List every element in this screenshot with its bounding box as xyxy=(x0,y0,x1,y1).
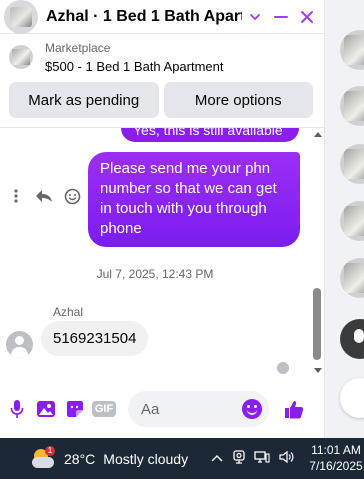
emoji-icon[interactable] xyxy=(242,399,262,419)
reply-icon[interactable] xyxy=(34,186,54,206)
contact-icon[interactable] xyxy=(340,319,364,359)
sent-message-bubble[interactable]: Please send me your phn number so that w… xyxy=(88,152,300,247)
listing-text: Marketplace $500 - 1 Bed 1 Bath Apartmen… xyxy=(45,41,224,74)
clock-time: 11:01 AM xyxy=(311,443,361,457)
clock-date: 7/16/2025 xyxy=(309,459,363,473)
more-icon[interactable] xyxy=(6,186,26,206)
scrollbar[interactable] xyxy=(310,128,324,378)
received-message-bubble[interactable]: 5169231504 xyxy=(41,321,149,356)
close-icon[interactable] xyxy=(294,4,320,30)
photo-icon[interactable] xyxy=(35,398,57,420)
listing-info[interactable]: Marketplace $500 - 1 Bed 1 Bath Apartmen… xyxy=(0,35,324,79)
weather-icon[interactable]: 1 xyxy=(30,445,56,472)
listing-name: $500 - 1 Bed 1 Bath Apartment xyxy=(45,58,224,74)
message-composer: GIF xyxy=(0,388,324,430)
sticker-icon[interactable] xyxy=(64,398,86,420)
chat-heads-column xyxy=(326,0,364,438)
chat-head-5[interactable] xyxy=(340,258,364,298)
network-icon[interactable] xyxy=(254,450,270,467)
chat-header: Azhal · 1 Bed 1 Bath Apart… xyxy=(0,0,324,34)
message-tools xyxy=(6,186,82,206)
weather-temperature[interactable]: 28°C xyxy=(64,451,95,467)
chat-window: Azhal · 1 Bed 1 Bath Apart… Marketplace … xyxy=(0,0,325,438)
message-input[interactable] xyxy=(128,400,232,418)
message-input-box[interactable] xyxy=(128,391,269,427)
listing-actions: Mark as pending More options xyxy=(9,82,313,118)
react-icon[interactable] xyxy=(62,186,82,206)
chevron-up-icon[interactable] xyxy=(210,451,224,466)
taskbar: 1 28°C Mostly cloudy 11:01 AM 7/16/2025 xyxy=(0,438,364,479)
more-options-button[interactable]: More options xyxy=(163,82,313,118)
chat-head-3[interactable] xyxy=(340,144,364,184)
listing-thumbnail xyxy=(9,45,33,69)
weather-condition[interactable]: Mostly cloudy xyxy=(103,451,188,467)
scrollbar-thumb[interactable] xyxy=(313,288,321,360)
sender-name: Azhal xyxy=(53,305,84,319)
new-message-icon[interactable] xyxy=(340,378,364,418)
like-icon[interactable] xyxy=(283,398,305,420)
gif-label: GIF xyxy=(91,401,117,417)
scroll-up-arrow[interactable] xyxy=(314,132,322,137)
gif-icon[interactable]: GIF xyxy=(91,398,117,420)
chevron-down-icon[interactable] xyxy=(242,4,268,30)
chat-title[interactable]: Azhal · 1 Bed 1 Bath Apart… xyxy=(46,8,242,26)
listing-avatar[interactable] xyxy=(4,0,38,34)
minimize-icon[interactable] xyxy=(268,4,294,30)
system-clock[interactable]: 11:01 AM 7/16/2025 xyxy=(308,442,364,474)
listing-label: Marketplace xyxy=(45,40,111,55)
notification-badge: 1 xyxy=(45,445,55,456)
sender-avatar[interactable] xyxy=(6,331,33,358)
seen-indicator xyxy=(277,362,289,374)
chat-head-1[interactable] xyxy=(340,30,364,70)
mark-as-pending-button[interactable]: Mark as pending xyxy=(9,82,159,118)
chat-head-4[interactable] xyxy=(340,201,364,241)
previous-message-bubble[interactable]: Yes, this is still available xyxy=(121,128,299,142)
chat-head-2[interactable] xyxy=(340,86,364,126)
webcam-icon[interactable] xyxy=(232,449,246,468)
message-list[interactable]: Yes, this is still available Please send… xyxy=(0,128,310,378)
microphone-icon[interactable] xyxy=(6,398,28,420)
volume-icon[interactable] xyxy=(278,450,296,467)
scroll-down-arrow[interactable] xyxy=(314,368,322,373)
message-timestamp: Jul 7, 2025, 12:43 PM xyxy=(96,267,214,281)
system-tray xyxy=(210,438,296,479)
